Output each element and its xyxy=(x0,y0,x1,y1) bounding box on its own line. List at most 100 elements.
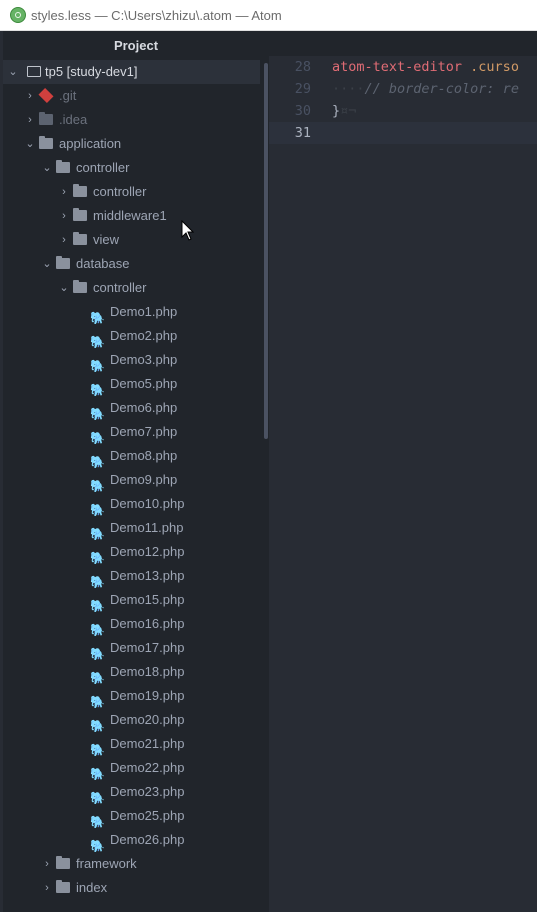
code-token: ···· xyxy=(332,81,365,97)
folder-icon xyxy=(73,184,87,197)
code-line[interactable]: 30}¤¬ xyxy=(269,100,537,122)
code-text: }¤¬ xyxy=(332,100,356,122)
directory-entry[interactable]: › controller xyxy=(3,180,260,204)
chevron-right-icon[interactable]: › xyxy=(59,228,69,252)
directory-entry[interactable]: ⌄ controller xyxy=(3,276,260,300)
php-elephant-icon: 🐘 xyxy=(90,479,105,493)
file-entry[interactable]: 🐘 Demo21.php xyxy=(3,732,260,757)
atom-logo-icon xyxy=(10,7,26,23)
file-entry[interactable]: 🐘 Demo26.php xyxy=(3,828,260,853)
folder-icon xyxy=(73,280,87,293)
php-elephant-icon: 🐘 xyxy=(90,791,105,805)
file-entry[interactable]: 🐘 Demo7.php xyxy=(3,420,260,445)
folder-icon xyxy=(73,232,87,245)
directory-entry[interactable]: › .git xyxy=(3,84,260,108)
folder-icon xyxy=(73,208,87,221)
file-entry[interactable]: 🐘 Demo1.php xyxy=(3,300,260,325)
file-entry[interactable]: 🐘 Demo22.php xyxy=(3,756,260,781)
directory-entry[interactable]: › view xyxy=(3,228,260,252)
folder-icon xyxy=(56,880,70,893)
entry-label: Demo21.php xyxy=(110,736,185,751)
directory-entry[interactable]: › framework xyxy=(3,852,260,876)
code-line[interactable]: 29 ····// border-color: re xyxy=(269,78,537,100)
file-entry[interactable]: 🐘 Demo11.php xyxy=(3,516,260,541)
php-elephant-icon: 🐘 xyxy=(90,575,105,589)
chevron-down-icon[interactable]: ⌄ xyxy=(42,156,52,180)
file-tree: ⌄ tp5 [study-dev1] › .git › .idea ⌄ applicati… xyxy=(3,60,260,900)
mouse-pointer-icon xyxy=(181,220,195,241)
file-entry[interactable]: 🐘 Demo19.php xyxy=(3,684,260,709)
entry-label: framework xyxy=(76,856,137,871)
code-text: ····// border-color: re xyxy=(332,78,519,100)
chevron-right-icon[interactable]: › xyxy=(25,84,35,108)
code-text: atom-text-editor .curso xyxy=(332,56,519,78)
entry-label: Demo18.php xyxy=(110,664,185,679)
entry-label: Demo5.php xyxy=(110,376,178,391)
directory-entry[interactable]: › index xyxy=(3,876,260,900)
directory-entry[interactable]: ⌄ controller xyxy=(3,156,260,180)
php-elephant-icon: 🐘 xyxy=(90,815,105,829)
text-editor[interactable]: 28 atom-text-editor .curso 29 ····// border… xyxy=(269,31,537,912)
chevron-down-icon[interactable]: ⌄ xyxy=(59,276,69,300)
chevron-down-icon[interactable]: ⌄ xyxy=(25,132,35,156)
chevron-right-icon[interactable]: › xyxy=(42,876,52,900)
file-entry[interactable]: 🐘 Demo2.php xyxy=(3,324,260,349)
file-entry[interactable]: 🐘 Demo5.php xyxy=(3,372,260,397)
php-elephant-icon: 🐘 xyxy=(90,407,105,421)
entry-label: Demo20.php xyxy=(110,712,185,727)
php-elephant-icon: 🐘 xyxy=(90,527,105,541)
directory-entry[interactable]: ⌄ application xyxy=(3,132,260,156)
file-entry[interactable]: 🐘 Demo10.php xyxy=(3,492,260,517)
entry-label: Demo8.php xyxy=(110,448,178,463)
entry-label: Demo22.php xyxy=(110,760,185,775)
entry-label: Demo17.php xyxy=(110,640,185,655)
file-entry[interactable]: 🐘 Demo13.php xyxy=(3,564,260,589)
chevron-right-icon[interactable]: › xyxy=(59,204,69,228)
file-entry[interactable]: 🐘 Demo3.php xyxy=(3,348,260,373)
git-icon xyxy=(38,87,54,104)
file-entry[interactable]: 🐘 Demo6.php xyxy=(3,396,260,421)
file-entry[interactable]: 🐘 Demo16.php xyxy=(3,612,260,637)
directory-entry[interactable]: › middleware1 xyxy=(3,204,260,228)
entry-label: controller xyxy=(76,160,130,175)
file-entry[interactable]: 🐘 Demo12.php xyxy=(3,540,260,565)
php-elephant-icon: 🐘 xyxy=(90,599,105,613)
entry-label: controller xyxy=(93,184,147,199)
file-entry[interactable]: 🐘 Demo23.php xyxy=(3,780,260,805)
tree-scrollbar[interactable] xyxy=(264,63,268,439)
file-entry[interactable]: 🐘 Demo18.php xyxy=(3,660,260,685)
php-elephant-icon: 🐘 xyxy=(90,695,105,709)
directory-entry[interactable]: ⌄ database xyxy=(3,252,260,276)
file-entry[interactable]: 🐘 Demo15.php xyxy=(3,588,260,613)
php-elephant-icon: 🐘 xyxy=(90,383,105,397)
project-root[interactable]: ⌄ tp5 [study-dev1] xyxy=(3,60,260,84)
file-entry[interactable]: 🐘 Demo20.php xyxy=(3,708,260,733)
entry-label: database xyxy=(76,256,130,271)
directory-entry[interactable]: › .idea xyxy=(3,108,260,132)
php-elephant-icon: 🐘 xyxy=(90,839,105,853)
folder-icon xyxy=(39,112,53,125)
file-entry[interactable]: 🐘 Demo25.php xyxy=(3,804,260,829)
chevron-down-icon[interactable]: ⌄ xyxy=(42,252,52,276)
entry-label: Demo13.php xyxy=(110,568,185,583)
file-entry[interactable]: 🐘 Demo9.php xyxy=(3,468,260,493)
file-entry[interactable]: 🐘 Demo8.php xyxy=(3,444,260,469)
entry-label: Demo23.php xyxy=(110,784,185,799)
code-line[interactable]: 28 atom-text-editor .curso xyxy=(269,56,537,78)
chevron-right-icon[interactable]: › xyxy=(59,180,69,204)
code-line[interactable]: 31 xyxy=(269,122,537,144)
chevron-right-icon[interactable]: › xyxy=(25,108,35,132)
entry-label: Demo7.php xyxy=(110,424,178,439)
php-elephant-icon: 🐘 xyxy=(90,767,105,781)
chevron-right-icon[interactable]: › xyxy=(42,852,52,876)
repo-icon xyxy=(27,66,41,77)
folder-icon xyxy=(56,256,70,269)
chevron-down-icon[interactable]: ⌄ xyxy=(8,60,18,84)
entry-label: .git xyxy=(59,88,77,103)
php-elephant-icon: 🐘 xyxy=(90,719,105,733)
file-entry[interactable]: 🐘 Demo17.php xyxy=(3,636,260,661)
line-number: 29 xyxy=(294,81,311,97)
entry-label: Demo2.php xyxy=(110,328,178,343)
folder-icon xyxy=(39,136,53,149)
entry-label: Demo26.php xyxy=(110,832,185,847)
